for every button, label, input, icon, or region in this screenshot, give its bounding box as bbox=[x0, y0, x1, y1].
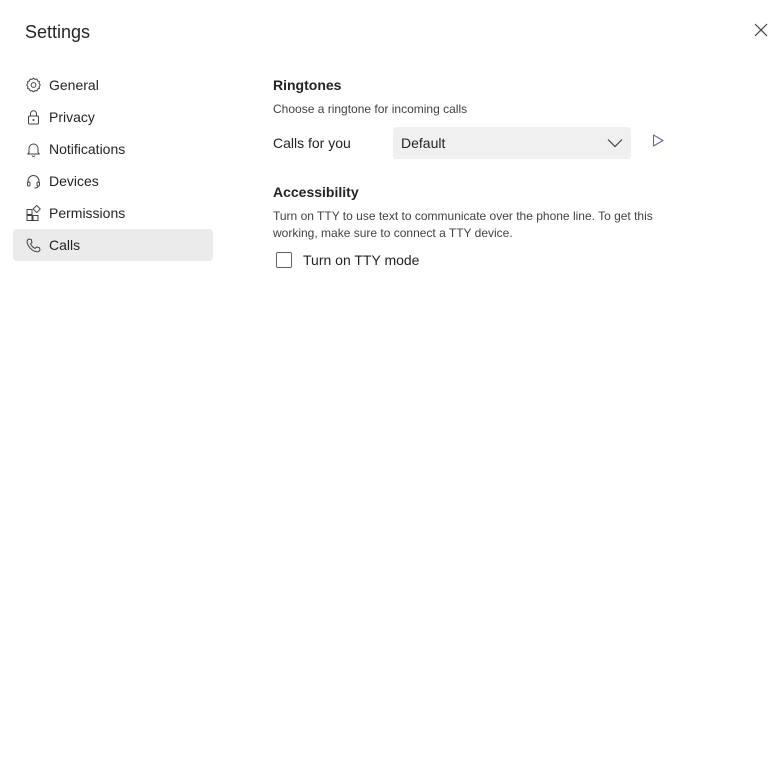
play-ringtone-button[interactable] bbox=[648, 133, 668, 153]
ringtones-description: Choose a ringtone for incoming calls bbox=[273, 102, 468, 116]
settings-sidebar: General Privacy Notifications Devices Pe… bbox=[13, 69, 213, 261]
ringtones-section: Ringtones Choose a ringtone for incoming… bbox=[273, 76, 673, 159]
play-icon bbox=[652, 134, 664, 152]
close-button[interactable] bbox=[750, 21, 772, 43]
calls-for-you-label: Calls for you bbox=[273, 135, 351, 151]
calls-settings-panel: Ringtones Choose a ringtone for incoming… bbox=[273, 76, 673, 270]
tty-mode-label: Turn on TTY mode bbox=[303, 252, 420, 268]
bell-icon bbox=[24, 140, 42, 158]
headset-icon bbox=[24, 172, 42, 190]
gear-icon bbox=[24, 76, 42, 94]
sidebar-item-privacy[interactable]: Privacy bbox=[13, 101, 213, 133]
phone-icon bbox=[24, 236, 42, 254]
sidebar-item-general[interactable]: General bbox=[13, 69, 213, 101]
sidebar-item-label: Notifications bbox=[49, 141, 126, 157]
sidebar-item-label: General bbox=[49, 77, 99, 93]
ringtones-title: Ringtones bbox=[273, 77, 342, 93]
lock-icon bbox=[24, 108, 42, 126]
accessibility-title: Accessibility bbox=[273, 184, 359, 200]
sidebar-item-label: Devices bbox=[49, 173, 99, 189]
accessibility-description: Turn on TTY to use text to communicate o… bbox=[273, 209, 653, 240]
sidebar-item-label: Privacy bbox=[49, 109, 95, 125]
settings-dialog: Settings General Privacy Notifications D… bbox=[0, 0, 779, 773]
apps-icon bbox=[24, 204, 42, 222]
accessibility-section: Accessibility Turn on TTY to use text to… bbox=[273, 183, 673, 270]
dialog-title: Settings bbox=[25, 22, 91, 42]
close-icon bbox=[754, 23, 768, 42]
sidebar-item-permissions[interactable]: Permissions bbox=[13, 197, 213, 229]
sidebar-item-label: Permissions bbox=[49, 205, 126, 221]
ringtone-selected-value: Default bbox=[401, 135, 446, 151]
sidebar-item-label: Calls bbox=[49, 237, 81, 253]
chevron-down-icon bbox=[607, 135, 623, 151]
ringtone-dropdown[interactable]: Default bbox=[393, 127, 631, 159]
tty-mode-checkbox[interactable] bbox=[276, 252, 292, 268]
sidebar-item-notifications[interactable]: Notifications bbox=[13, 133, 213, 165]
calls-for-you-row: Calls for you Default bbox=[273, 127, 673, 159]
sidebar-item-calls[interactable]: Calls bbox=[13, 229, 213, 261]
tty-mode-row[interactable]: Turn on TTY mode bbox=[273, 250, 673, 270]
sidebar-item-devices[interactable]: Devices bbox=[13, 165, 213, 197]
